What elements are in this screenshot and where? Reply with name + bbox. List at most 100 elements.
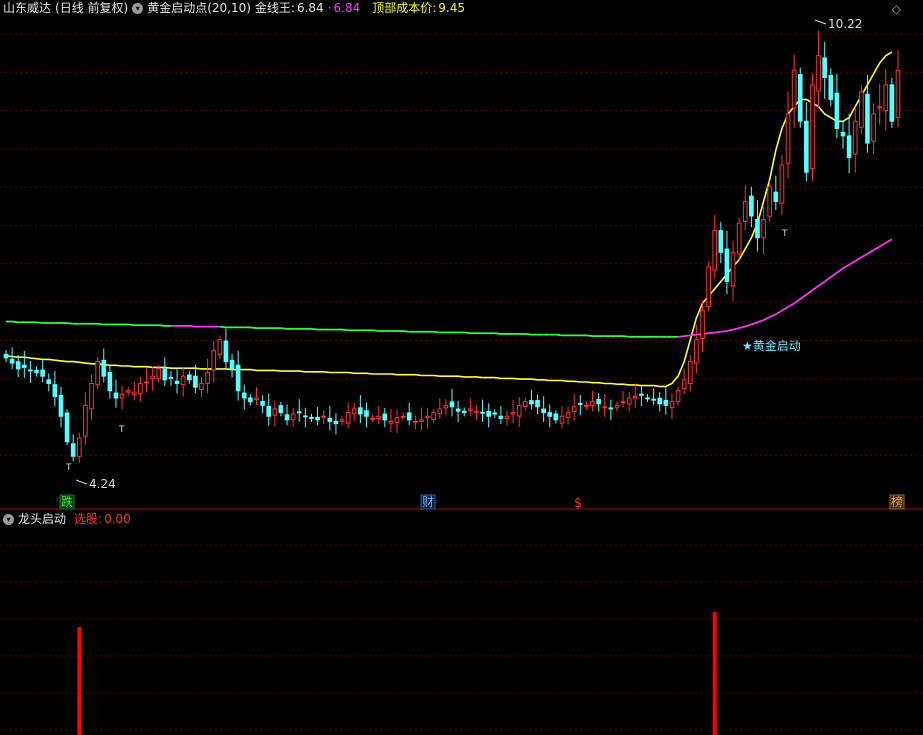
candle-body [773,191,779,202]
marker-t-1: T [65,463,72,473]
candle-body [657,397,663,405]
candle-body [34,369,39,374]
badge-2[interactable]: 财 [420,494,436,510]
period-label[interactable]: (日线 前复权) [55,1,128,15]
subpanel-title[interactable]: 龙头启动 [18,512,66,526]
candle-body [321,415,327,418]
candle-body [431,412,437,421]
candle-body [119,393,125,399]
candle-body [52,384,58,398]
stock-name[interactable]: 山东威达 [3,1,51,15]
badge-1[interactable]: 跌 [59,494,75,510]
long-ma-seg [311,327,318,331]
long-ma-seg [775,309,783,316]
long-ma-seg [280,327,288,330]
candle-body [28,369,33,372]
candle-body [834,92,840,130]
candle-body [15,361,21,370]
dropdown-icon[interactable]: ▾ [132,3,144,14]
long-ma-seg [403,330,410,333]
long-ma-seg [879,242,887,248]
candle-body [376,415,382,419]
long-ma-seg [714,330,721,334]
candle-body [260,401,265,406]
candle-body [516,404,522,417]
signal-bars [77,612,717,735]
badge-3[interactable]: $ [574,496,582,511]
long-ma-seg [732,327,740,331]
candle-body [400,415,406,418]
diamond-icon[interactable]: ◇ [892,2,901,16]
candle-body [144,381,149,384]
candle-body [193,375,198,388]
candle-body [742,200,748,223]
subpanel-dropdown-icon[interactable]: ▾ [3,514,14,525]
candle-body [156,368,162,380]
long-ma-seg [189,325,196,328]
candle-body [645,397,650,400]
long-ma-seg [854,256,862,262]
candle-body [168,376,174,379]
candle-body [791,69,797,109]
candle-body [199,382,204,390]
candlesticks [3,30,901,463]
candle-body [351,408,357,415]
long-ma-seg [525,333,532,336]
candle-body [174,380,180,384]
candle-body [180,375,186,386]
candle-body [767,186,773,217]
candle-body [315,416,320,421]
candle-body [162,368,168,381]
candle-body [828,74,834,100]
candle-body [584,404,589,407]
candle-body [217,339,223,356]
candle-body [186,374,192,381]
candle-body [290,413,296,421]
candle-body [529,400,534,405]
candle-body [522,401,528,407]
candle-body [21,364,27,368]
candle-body [669,401,675,409]
candle-body [394,417,400,423]
badge-4[interactable]: 榜 [889,494,905,510]
candle-body [883,84,889,112]
gold-line-value: 6.84 [296,1,324,15]
candle-body [406,412,412,421]
stock-chart[interactable]: 10.22 4.24 ★黄金启动 T T T 跌 财 $ 榜 [0,0,923,735]
long-ma-seg [848,260,856,266]
candle-body [480,411,485,414]
candle-body [553,413,559,421]
candle-body [205,372,210,384]
long-ma-seg [860,253,868,259]
long-ma-seg [824,276,832,283]
candle-body [455,408,461,412]
candle-body [895,69,901,118]
candle-body [89,382,94,410]
candle-body [125,390,131,393]
high-price-label: 10.22 [828,17,862,31]
long-ma-seg [738,325,746,329]
long-ma-seg [12,320,19,324]
indicator-name[interactable]: 黄金启动点(20,10) [147,1,251,15]
long-ma-seg [763,316,771,321]
candle-body [541,408,546,414]
candle-body [846,135,852,159]
candle-body [577,402,583,405]
candle-body [248,397,253,403]
candle-body [364,410,369,417]
candle-body [663,399,669,406]
candle-body [211,350,217,371]
candle-body [614,404,620,409]
long-ma-seg [128,323,135,327]
long-ma-seg [708,331,715,335]
long-ma-seg [97,322,104,326]
candle-body [76,437,82,457]
candle-body [816,55,821,92]
candle-body [730,251,736,287]
candle-body [852,120,858,155]
candle-body [58,394,64,417]
candle-body [333,420,339,425]
long-ma-seg [830,272,838,278]
candle-body [83,404,88,437]
long-ma-seg [622,335,630,338]
